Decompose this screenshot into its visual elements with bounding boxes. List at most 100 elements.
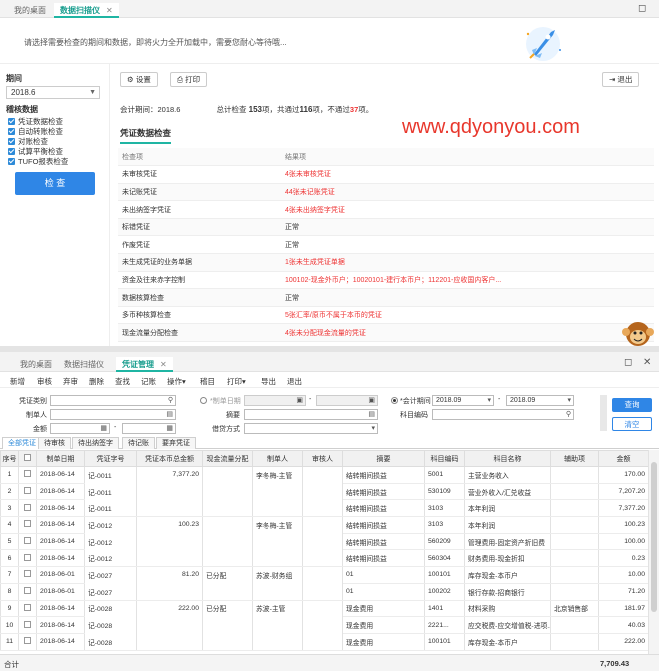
close-icon[interactable]: ✕ (160, 360, 167, 369)
column-header[interactable]: 凭证本币总金额 (136, 450, 203, 467)
table-row[interactable]: 5 2018-06-14 记-0012 结转期间损益 560209 管理费用-固定资产折旧… (0, 533, 649, 551)
operation-menu[interactable]: 操作▾ (167, 376, 186, 387)
row-checkbox[interactable] (18, 516, 37, 534)
calendar-icon[interactable]: ▣ (368, 396, 375, 405)
select-all-checkbox[interactable] (24, 454, 31, 461)
check-result[interactable]: 44张未记账凭证 (281, 183, 654, 202)
checkbox[interactable] (24, 537, 31, 545)
list-icon[interactable]: ▤ (368, 410, 375, 419)
make-date-from-input[interactable]: ▣ (244, 395, 306, 406)
subtab-discarded[interactable]: 要弃凭证 (156, 437, 196, 449)
column-header[interactable]: 审核人 (302, 450, 343, 467)
subject-button[interactable]: 稽目 (200, 376, 215, 387)
checkbox-checked-icon[interactable] (8, 158, 15, 165)
column-header[interactable]: 序号 (0, 450, 19, 467)
table-row[interactable]: 8 2018-06-01 记-0027 01 100202 银行存款-招商银行 71.20 (0, 583, 649, 601)
column-header[interactable]: 制单人 (252, 450, 303, 467)
tab-voucher-management[interactable]: 凭证管理 ✕ (116, 357, 173, 372)
option-tufo-report-check[interactable]: TUFO报表检查 (8, 156, 68, 167)
calculator-icon[interactable]: ▦ (100, 424, 107, 433)
checkbox-checked-icon[interactable] (8, 148, 15, 155)
subtab-pending-audit[interactable]: 待审核 (38, 437, 71, 449)
make-date-to-input[interactable]: ▣ (316, 395, 378, 406)
delete-button[interactable]: 删除 (89, 376, 104, 387)
table-row[interactable]: 1 2018-06-14 记-0011 7,377.20 李冬梅-主管 结转期间损益 500… (0, 466, 649, 484)
period-to-select[interactable]: 2018.09 ▾ (506, 395, 574, 406)
checkbox[interactable] (24, 503, 31, 511)
checkbox[interactable] (24, 487, 31, 495)
calculator-icon[interactable]: ▦ (166, 424, 173, 433)
check-result[interactable]: 4张未审核凭证 (281, 165, 654, 184)
table-row[interactable]: 10 2018-06-14 记-0028 现金费用 2221... 应交税费-应交增值税-… (0, 616, 649, 634)
checkbox[interactable] (24, 520, 31, 528)
column-header[interactable] (18, 450, 37, 467)
find-button[interactable]: 查找 (115, 376, 130, 387)
row-checkbox[interactable] (18, 633, 37, 651)
row-checkbox[interactable] (18, 549, 37, 568)
amount-direction-select[interactable]: ▾ (244, 423, 378, 434)
check-result[interactable]: 4张未分配现金流量的凭证 (281, 323, 654, 343)
amount-from-input[interactable]: ▦ (50, 423, 110, 434)
column-header[interactable]: 金额 (598, 450, 649, 467)
chevron-down-icon[interactable]: ▾ (487, 396, 491, 405)
table-row[interactable]: 7 2018-06-01 记-0027 81.20 已分配 苏波-财务组 01 100101 库… (0, 566, 649, 584)
checkbox[interactable] (24, 603, 31, 611)
row-checkbox[interactable] (18, 466, 37, 484)
clear-button[interactable]: 清空 (612, 417, 652, 431)
subtab-pending-cashier[interactable]: 待出纳签字 (72, 437, 119, 449)
checkbox-checked-icon[interactable] (8, 128, 15, 135)
row-checkbox[interactable] (18, 600, 37, 618)
table-row[interactable]: 3 2018-06-14 记-0011 结转期间损益 3103 本年利润 7,377.20 (0, 499, 649, 518)
search-icon[interactable]: ⚲ (566, 410, 571, 419)
exit-button[interactable]: ⇥ 退出 (602, 72, 640, 87)
column-header[interactable]: 凭证字号 (84, 450, 137, 467)
subject-code-input[interactable]: ⚲ (432, 409, 574, 420)
list-icon[interactable]: ▤ (166, 410, 173, 419)
export-button[interactable]: 导出 (261, 376, 276, 387)
row-checkbox[interactable] (18, 616, 37, 634)
table-scrollbar[interactable] (648, 450, 659, 654)
maker-input[interactable]: ▤ (50, 409, 176, 420)
search-icon[interactable]: ⚲ (168, 396, 173, 405)
column-header[interactable]: 科目名称 (464, 450, 551, 467)
chevron-down-icon[interactable]: ▾ (567, 396, 571, 405)
subtab-pending-post[interactable]: 待记账 (122, 437, 155, 449)
tab-my-desktop[interactable]: 我的桌面 (14, 357, 58, 372)
table-row[interactable]: 2 2018-06-14 记-0011 结转期间损益 530109 营业外收入/汇兑收益 7… (0, 483, 649, 501)
table-row[interactable]: 11 2018-06-14 记-0028 现金费用 100101 库存现金-本币户 222.… (0, 633, 649, 651)
audit-button[interactable]: 审核 (37, 376, 52, 387)
maximize-icon[interactable]: ◻ (638, 3, 646, 14)
table-row[interactable]: 6 2018-06-14 记-0012 结转期间损益 560304 财务费用-现金折扣 0.… (0, 549, 649, 568)
query-button[interactable]: 查询 (612, 398, 652, 412)
check-result[interactable]: 5张汇率/原币不属于本币的凭证 (281, 306, 654, 325)
period-select[interactable]: 2018.6 ▼ (6, 86, 100, 99)
scrollbar-thumb[interactable] (651, 462, 657, 612)
tab-data-scanner[interactable]: 数据扫描仪 ✕ (54, 3, 119, 18)
amount-to-input[interactable]: ▦ (122, 423, 176, 434)
acc-period-radio[interactable] (391, 397, 398, 404)
check-button[interactable]: 检 查 (15, 172, 95, 195)
tab-my-desktop[interactable]: 我的桌面 (8, 3, 52, 18)
checkbox-checked-icon[interactable] (8, 138, 15, 145)
make-date-radio[interactable] (200, 397, 207, 404)
checkbox[interactable] (24, 470, 31, 478)
table-row[interactable]: 9 2018-06-14 记-0028 222.00 已分配 苏波-主管 现金费用 1401 材… (0, 600, 649, 618)
maximize-icon[interactable]: ◻ (624, 357, 632, 368)
subtab-all[interactable]: 全部凭证 (2, 437, 42, 449)
row-checkbox[interactable] (18, 499, 37, 518)
settings-button[interactable]: ⚙ 设置 (120, 72, 158, 87)
check-result[interactable]: 1张未生成凭证单据 (281, 253, 654, 272)
close-window-icon[interactable]: ✕ (643, 357, 651, 368)
voucher-type-input[interactable]: ⚲ (50, 395, 176, 406)
row-checkbox[interactable] (18, 483, 37, 501)
check-result[interactable]: 100102-现金外币户；10020101-建行本币户；112201-应收国内客… (281, 271, 654, 290)
checkbox[interactable] (24, 637, 31, 645)
column-header[interactable]: 摘要 (342, 450, 425, 467)
post-button[interactable]: 记账 (141, 376, 156, 387)
period-from-select[interactable]: 2018.09 ▾ (432, 395, 494, 406)
exit-button[interactable]: 退出 (287, 376, 302, 387)
checkbox[interactable] (24, 570, 31, 578)
print-button[interactable]: ⎙ 打印 (170, 72, 208, 87)
chevron-down-icon[interactable]: ▾ (371, 424, 375, 433)
column-header[interactable]: 现金流量分配 (202, 450, 253, 467)
